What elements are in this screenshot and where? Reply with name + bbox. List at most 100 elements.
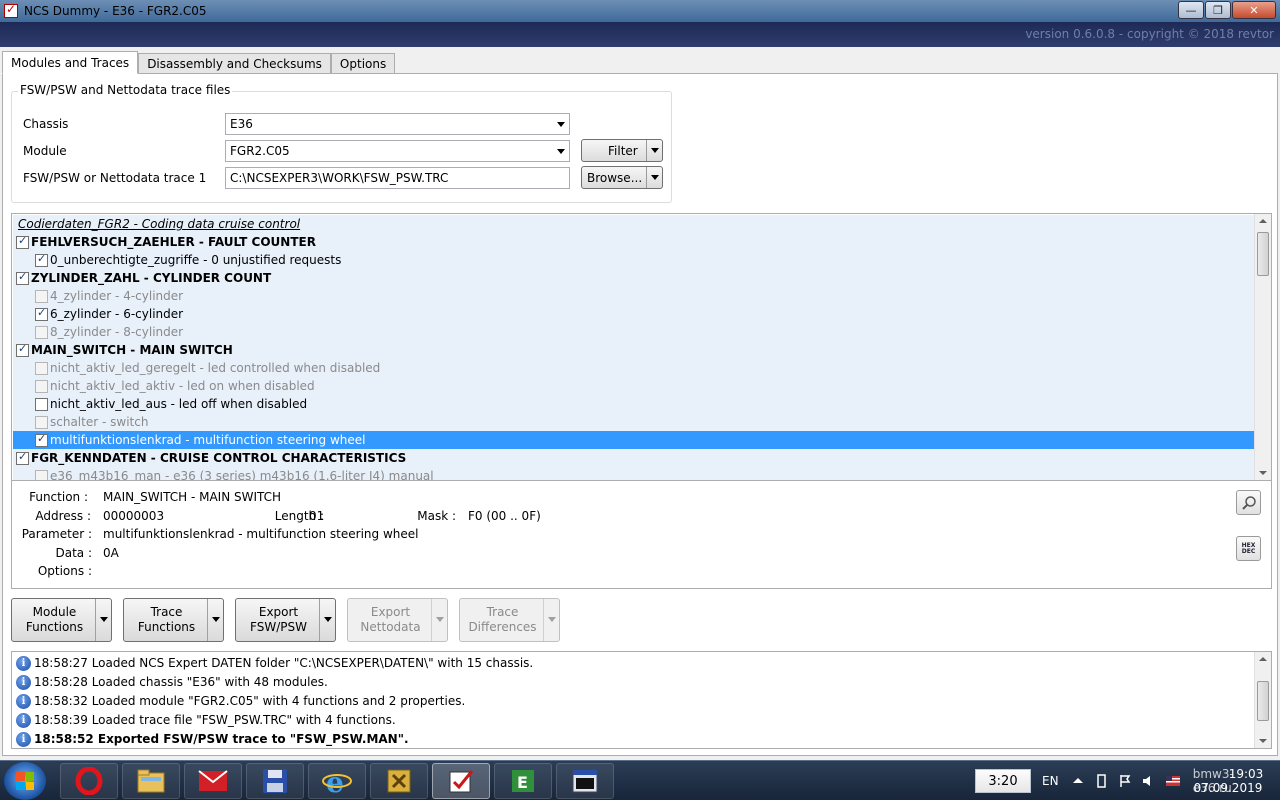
log-text: 18:58:52 Exported FSW/PSW trace to "FSW_… [34, 732, 409, 746]
tab-modules-and-traces[interactable]: Modules and Traces [2, 51, 139, 74]
maximize-button[interactable]: ❐ [1205, 1, 1231, 19]
tab-options[interactable]: Options [330, 53, 396, 74]
log-panel[interactable]: i 18:58:27 Loaded NCS Expert DATEN folde… [11, 651, 1272, 749]
search-button[interactable] [1236, 490, 1261, 515]
parameter-row[interactable]: nicht_aktiv_led_aktiv - led on when disa… [13, 377, 1254, 395]
export-nettodata-dropdown[interactable] [431, 599, 447, 641]
row-label: schalter - switch [50, 415, 149, 429]
trace-differences-button[interactable]: Trace Differences [459, 598, 560, 642]
coding-tree[interactable]: Codierdaten_FGR2 - Coding data cruise co… [11, 213, 1272, 481]
taskbar-explorer[interactable] [122, 763, 180, 799]
function-row[interactable]: MAIN_SWITCH - MAIN SWITCH [13, 341, 1254, 359]
export-nettodata-button[interactable]: Export Nettodata [347, 598, 448, 642]
checkbox[interactable] [35, 379, 48, 393]
checkbox[interactable] [16, 450, 29, 465]
trace-differences-dropdown[interactable] [543, 599, 559, 641]
function-row[interactable]: FGR_KENNDATEN - CRUISE CONTROL CHARACTER… [13, 449, 1254, 467]
checkbox[interactable] [16, 342, 29, 357]
scroll-up-icon[interactable] [1259, 657, 1267, 661]
row-label: nicht_aktiv_led_aus - led off when disab… [50, 397, 308, 411]
parameter-row[interactable]: 8_zylinder - 8-cylinder [13, 323, 1254, 341]
trace-functions-button[interactable]: Trace Functions [123, 598, 224, 642]
scroll-down-icon[interactable] [1259, 739, 1267, 743]
checkbox[interactable] [35, 469, 48, 480]
parameter-row[interactable]: multifunktionslenkrad - multifunction st… [13, 431, 1254, 449]
checkbox[interactable] [35, 289, 48, 303]
filter-button[interactable]: Filter [581, 139, 663, 162]
scroll-thumb[interactable] [1257, 232, 1269, 276]
opera-icon [75, 767, 103, 795]
module-functions-dropdown[interactable] [95, 599, 111, 641]
phone-icon[interactable] [1094, 774, 1108, 788]
trace-path-input[interactable]: C:\NCSEXPER3\WORK\FSW_PSW.TRC [225, 167, 570, 189]
trace-functions-line1: Trace [150, 605, 183, 619]
system-clock[interactable]: bmw3-e36.ru 19:03 07.09.2019 [1180, 761, 1276, 800]
title-bar[interactable]: NCS Dummy - E36 - FGR2.C05 — ❐ ✕ [0, 0, 1280, 22]
parameter-row[interactable]: nicht_aktiv_led_aus - led off when disab… [13, 395, 1254, 413]
chevron-up-icon[interactable] [1071, 774, 1085, 788]
export-fsw-psw-button[interactable]: Export FSW/PSW [235, 598, 336, 642]
clock-widget[interactable]: 3:20 [975, 769, 1031, 793]
function-row[interactable]: FEHLVERSUCH_ZAEHLER - FAULT COUNTER [13, 233, 1254, 251]
module-select[interactable]: FGR2.C05 [225, 140, 570, 162]
tab-disassembly-and-checksums[interactable]: Disassembly and Checksums [138, 53, 331, 74]
row-label: nicht_aktiv_led_aktiv - led on when disa… [50, 379, 315, 393]
checkbox[interactable] [35, 325, 48, 339]
flag-icon[interactable] [1118, 774, 1132, 788]
log-scrollbar[interactable] [1254, 652, 1271, 748]
chassis-select[interactable]: E36 [225, 113, 570, 135]
module-functions-button[interactable]: Module Functions [11, 598, 112, 642]
start-button[interactable] [4, 762, 46, 800]
address-label: Address : [35, 509, 91, 523]
parameter-row[interactable]: schalter - switch [13, 413, 1254, 431]
filter-label: Filter [608, 143, 638, 158]
checkbox[interactable] [35, 432, 48, 447]
browse-button[interactable]: Browse... [581, 166, 663, 189]
taskbar-tool[interactable] [370, 763, 428, 799]
close-button[interactable]: ✕ [1232, 1, 1276, 19]
scroll-up-icon[interactable] [1259, 219, 1267, 223]
checkbox[interactable] [16, 270, 29, 285]
checkbox[interactable] [35, 415, 48, 429]
tree-header[interactable]: Codierdaten_FGR2 - Coding data cruise co… [13, 215, 1254, 233]
function-row[interactable]: ZYLINDER_ZAHL - CYLINDER COUNT [13, 269, 1254, 287]
browse-dropdown-arrow[interactable] [646, 167, 662, 188]
parameter-row[interactable]: 6_zylinder - 6-cylinder [13, 305, 1254, 323]
data-label: Data : [55, 546, 92, 560]
speaker-icon[interactable] [1142, 774, 1156, 788]
taskbar-terminal[interactable] [556, 763, 614, 799]
us-flag-icon[interactable] [1166, 774, 1180, 788]
filter-dropdown-arrow[interactable] [646, 140, 662, 161]
data-value: 0A [103, 546, 119, 560]
scroll-thumb[interactable] [1257, 681, 1269, 721]
mail-icon [198, 770, 228, 791]
trace-functions-dropdown[interactable] [207, 599, 223, 641]
trace-path-value: C:\NCSEXPER3\WORK\FSW_PSW.TRC [230, 171, 449, 185]
checkbox[interactable] [35, 306, 48, 321]
minimize-button[interactable]: — [1178, 1, 1204, 19]
trace-files-legend: FSW/PSW and Nettodata trace files [18, 83, 233, 97]
checkbox[interactable] [35, 252, 48, 267]
parameter-row[interactable]: 0_unberechtigte_zugriffe - 0 unjustified… [13, 251, 1254, 269]
taskbar-save-app[interactable] [246, 763, 304, 799]
checkbox[interactable] [35, 397, 48, 411]
magnifier-icon [1241, 495, 1256, 510]
export-fsw-psw-dropdown[interactable] [319, 599, 335, 641]
parameter-row[interactable]: 4_zylinder - 4-cylinder [13, 287, 1254, 305]
checkbox[interactable] [35, 361, 48, 375]
taskbar-ncs-dummy[interactable] [432, 763, 490, 799]
taskbar-ie[interactable]: e [308, 763, 366, 799]
parameter-row[interactable]: e36_m43b16_man - e36 (3 series) m43b16 (… [13, 467, 1254, 480]
trace-functions-line2: Functions [137, 620, 196, 634]
row-label: FEHLVERSUCH_ZAEHLER - FAULT COUNTER [31, 235, 316, 249]
hex-dec-button[interactable]: HEX DEC [1236, 536, 1261, 561]
checkbox[interactable] [16, 234, 29, 249]
app-icon [4, 2, 18, 18]
taskbar-mail[interactable] [184, 763, 242, 799]
scroll-down-icon[interactable] [1259, 471, 1267, 475]
taskbar-opera[interactable] [60, 763, 118, 799]
taskbar-editor[interactable]: E [494, 763, 552, 799]
parameter-row[interactable]: nicht_aktiv_led_geregelt - led controlle… [13, 359, 1254, 377]
tree-scrollbar[interactable] [1254, 214, 1271, 480]
language-indicator[interactable]: EN [1042, 761, 1059, 800]
